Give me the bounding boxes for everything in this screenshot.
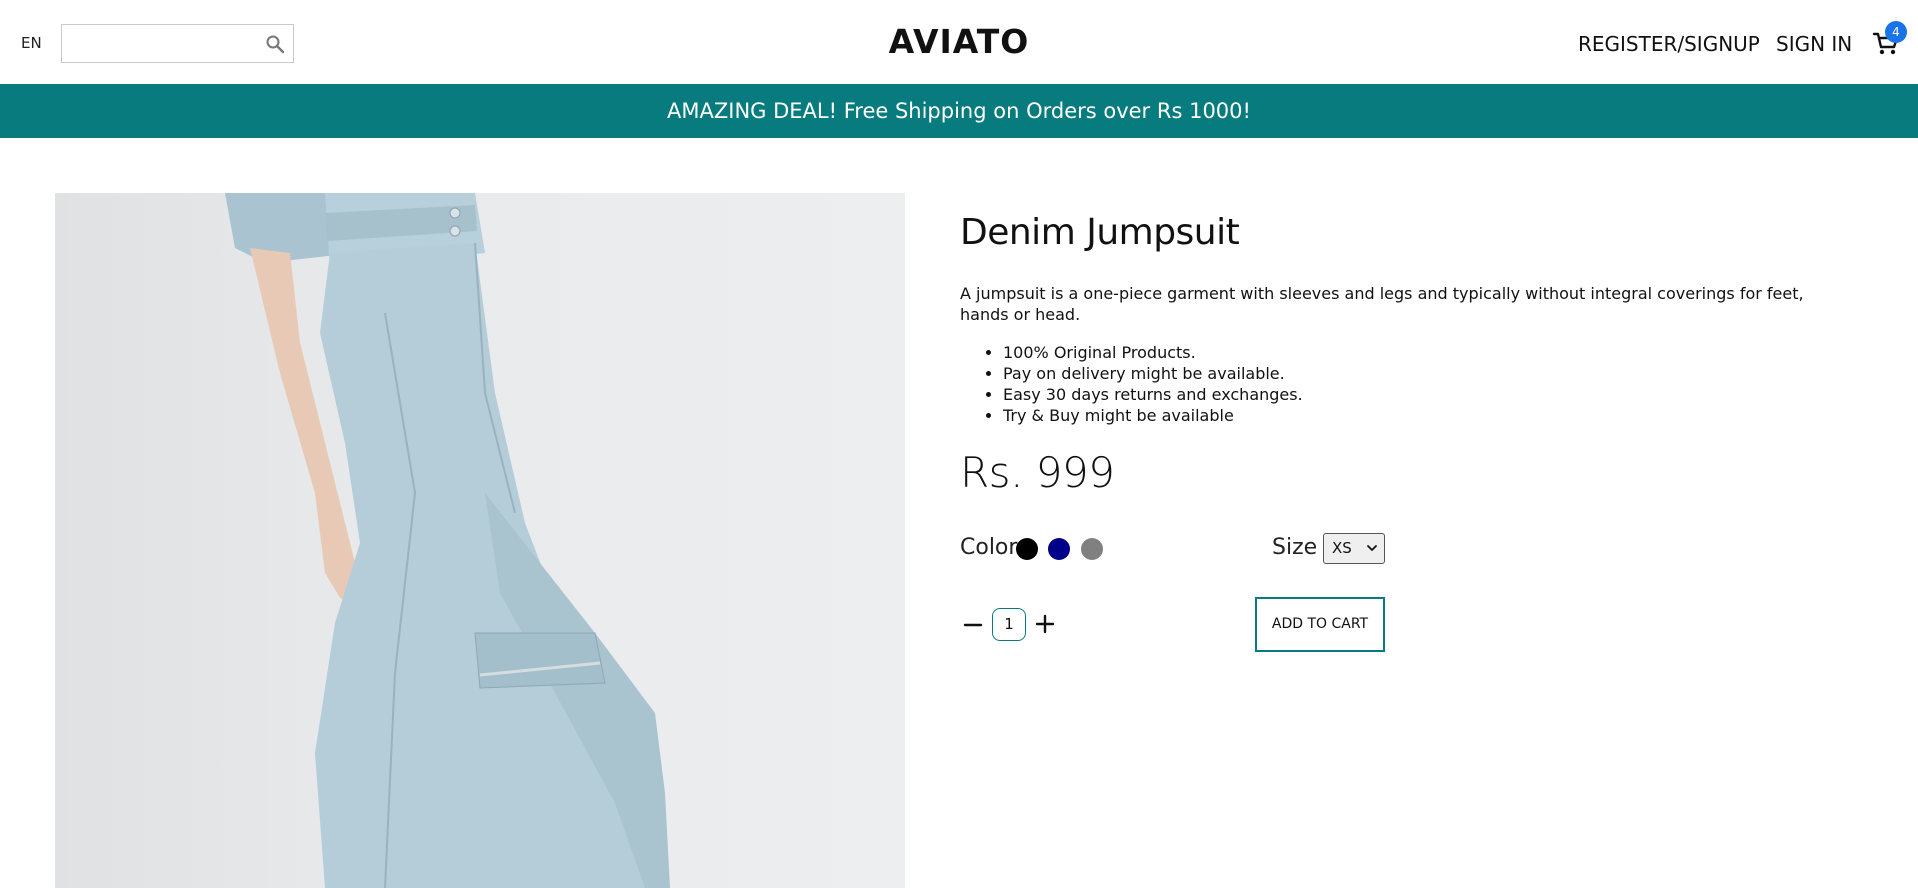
size-selected-value: XS: [1332, 539, 1352, 557]
brand-logo[interactable]: AVIATO: [889, 22, 1030, 61]
site-header: EN AVIATO REGISTER/SIGNUP SIGN IN 4: [0, 0, 1918, 84]
language-selector[interactable]: EN: [21, 34, 42, 52]
color-swatch-black[interactable]: [1016, 538, 1038, 560]
product-image: [55, 193, 905, 888]
quantity-input[interactable]: 1: [992, 608, 1026, 641]
search-icon[interactable]: [265, 34, 285, 54]
chevron-down-icon: [1367, 545, 1377, 551]
search-box: [61, 24, 294, 63]
size-select[interactable]: XS: [1323, 533, 1385, 564]
sign-in-link[interactable]: SIGN IN: [1776, 32, 1852, 56]
product-price: Rs. 999: [960, 448, 1115, 497]
color-label: Color: [960, 535, 1018, 560]
quantity-decrease-button[interactable]: [962, 608, 984, 630]
color-swatch-gray[interactable]: [1081, 538, 1103, 560]
product-features: 100% Original Products. Pay on delivery …: [1003, 342, 1303, 426]
product-description: A jumpsuit is a one-piece garment with s…: [960, 284, 1804, 324]
promo-text: AMAZING DEAL! Free Shipping on Orders ov…: [667, 99, 1251, 123]
search-input[interactable]: [62, 25, 252, 62]
product-title: Denim Jumpsuit: [960, 212, 1240, 253]
denim-jumpsuit-illustration: [225, 193, 670, 888]
size-label: Size: [1272, 535, 1318, 560]
color-swatch-navy[interactable]: [1048, 538, 1070, 560]
feature-item: Pay on delivery might be available.: [1003, 363, 1303, 384]
feature-item: 100% Original Products.: [1003, 342, 1303, 363]
cart-count-badge: 4: [1885, 21, 1907, 43]
promo-banner: AMAZING DEAL! Free Shipping on Orders ov…: [0, 84, 1918, 138]
add-to-cart-button[interactable]: ADD TO CART: [1255, 597, 1385, 652]
feature-item: Try & Buy might be available: [1003, 405, 1303, 426]
register-signup-link[interactable]: REGISTER/SIGNUP: [1578, 32, 1760, 56]
feature-item: Easy 30 days returns and exchanges.: [1003, 384, 1303, 405]
quantity-increase-button[interactable]: [1034, 613, 1056, 635]
